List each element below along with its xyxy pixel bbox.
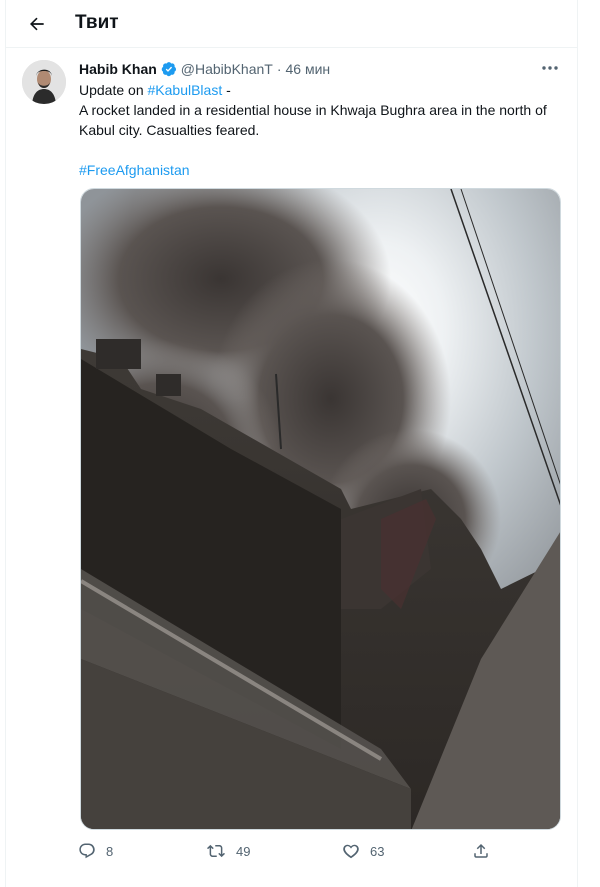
tweet-text-prefix: Update on bbox=[79, 82, 148, 98]
hashtag-link-kabulblast[interactable]: #KabulBlast bbox=[148, 82, 223, 98]
back-button[interactable] bbox=[22, 9, 52, 39]
tweet-text-suffix: - bbox=[222, 82, 231, 98]
retweet-count: 49 bbox=[236, 843, 251, 859]
retweet-button[interactable]: 49 bbox=[206, 842, 250, 860]
reply-icon bbox=[79, 843, 95, 859]
hashtag-link-freeafghanistan[interactable]: #FreeAfghanistan bbox=[79, 162, 190, 178]
page-header: Твит bbox=[6, 0, 577, 48]
tweet-author-line: Habib Khan @HabibKhanT · 46 мин bbox=[79, 61, 330, 77]
tweet-text-spacer bbox=[79, 140, 569, 160]
author-handle[interactable]: @HabibKhanT bbox=[181, 61, 273, 77]
verified-badge-icon bbox=[161, 61, 177, 77]
retweet-icon bbox=[207, 844, 225, 858]
more-dots-icon bbox=[542, 66, 558, 70]
separator-dot: · bbox=[276, 61, 282, 77]
more-button[interactable] bbox=[539, 58, 561, 78]
tweet-actions: 8 49 63 bbox=[78, 842, 498, 864]
share-icon bbox=[474, 843, 488, 858]
tweet-page: Твит Habib Khan @HabibKhanT · 46 мин Upd… bbox=[5, 0, 578, 887]
like-button[interactable]: 63 bbox=[342, 842, 384, 860]
avatar[interactable] bbox=[22, 60, 66, 104]
heart-icon bbox=[343, 844, 359, 859]
reply-count: 8 bbox=[106, 843, 114, 859]
tweet-text: Update on #KabulBlast - A rocket landed … bbox=[79, 80, 569, 180]
reply-button[interactable]: 8 bbox=[78, 842, 113, 860]
tweet-timestamp[interactable]: 46 мин bbox=[286, 61, 331, 77]
like-count: 63 bbox=[370, 843, 385, 859]
tweet-body: A rocket landed in a residential house i… bbox=[79, 102, 547, 138]
page-title: Твит bbox=[75, 12, 119, 33]
tweet-photo[interactable] bbox=[80, 188, 561, 830]
tweet-text-line1: Update on #KabulBlast - bbox=[79, 80, 569, 100]
share-button[interactable] bbox=[472, 842, 490, 860]
arrow-left-icon bbox=[30, 17, 44, 31]
author-name[interactable]: Habib Khan bbox=[79, 61, 157, 77]
